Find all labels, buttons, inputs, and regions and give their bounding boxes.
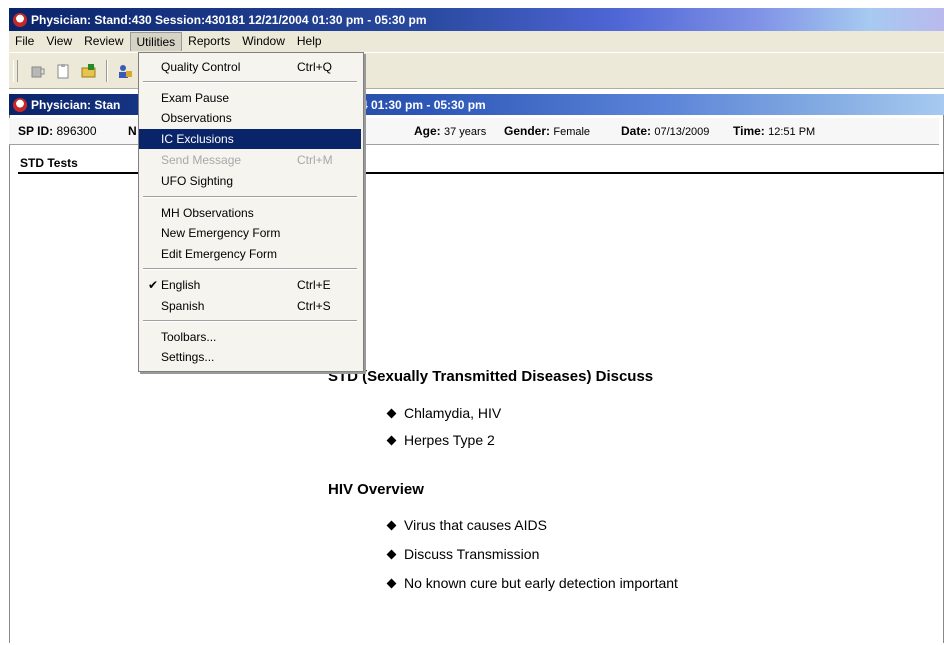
menu-separator [143, 320, 357, 322]
toolbar-grip[interactable] [13, 59, 18, 82]
menu-window[interactable]: Window [236, 32, 291, 51]
menu-help[interactable]: Help [291, 32, 328, 51]
bullet-icon [386, 549, 397, 560]
menu-separator [143, 81, 357, 83]
std-item: Herpes Type 2 [386, 432, 495, 448]
app-icon [13, 97, 27, 112]
hiv-item: Virus that causes AIDS [386, 517, 547, 533]
utilities-menu: Quality Control Ctrl+Q Exam Pause Observa… [138, 52, 364, 372]
menu-item-edit-emergency-form[interactable]: Edit Emergency Form [139, 244, 361, 264]
menu-item-quality-control[interactable]: Quality Control Ctrl+Q [139, 57, 361, 77]
gender-field: Gender: Female [504, 124, 591, 138]
menu-item-new-emergency-form[interactable]: New Emergency Form [139, 223, 361, 243]
toolbar-clipboard-icon[interactable] [54, 62, 72, 80]
menu-item-observations[interactable]: Observations [139, 108, 361, 128]
menu-item-spanish[interactable]: Spanish Ctrl+S [139, 296, 361, 316]
std-heading: STD (Sexually Transmitted Diseases) Disc… [328, 368, 654, 385]
menu-view[interactable]: View [40, 32, 78, 51]
window-title-bar[interactable]: Physician: Stand:430 Session:430181 12/2… [9, 8, 944, 31]
toolbar-folder-icon[interactable] [80, 62, 98, 80]
menu-item-ufo-sighting[interactable]: UFO Sighting [139, 171, 361, 191]
toolbar-cup-icon[interactable] [28, 62, 46, 80]
menu-bar: File View Review Utilities Reports Windo… [9, 31, 944, 52]
checkmark-icon: ✔ [148, 278, 159, 292]
menu-item-send-message: Send Message Ctrl+M [161, 153, 333, 167]
menu-item-toolbars[interactable]: Toolbars... [139, 327, 361, 347]
hiv-item: No known cure but early detection import… [386, 575, 678, 591]
name-label: N [128, 124, 137, 138]
menu-item-settings[interactable]: Settings... [139, 347, 361, 367]
menu-item-ic-exclusions[interactable]: IC Exclusions [139, 129, 361, 149]
menu-review[interactable]: Review [78, 32, 129, 51]
menu-utilities[interactable]: Utilities [129, 32, 183, 51]
menu-item-mh-observations[interactable]: MH Observations [139, 203, 361, 223]
toolbar-separator [106, 59, 108, 82]
std-item: Chlamydia, HIV [386, 405, 501, 421]
hiv-heading: HIV Overview [328, 481, 424, 498]
hiv-item: Discuss Transmission [386, 546, 539, 562]
bullet-icon [386, 578, 397, 589]
menu-item-exam-pause[interactable]: Exam Pause [139, 88, 361, 108]
sp-id-field: SP ID: 896300 [18, 124, 97, 138]
menu-file[interactable]: File [9, 32, 40, 51]
bullet-icon [386, 435, 397, 446]
menu-separator [143, 268, 357, 270]
menu-reports[interactable]: Reports [182, 32, 236, 51]
time-field: Time: 12:51 PM [733, 124, 816, 138]
bullet-icon [386, 408, 397, 419]
toolbar-people-icon[interactable] [116, 62, 134, 80]
inner-window-title-continued: 4 01:30 pm - 05:30 pm [361, 97, 486, 112]
age-field: Age: 37 years [414, 124, 487, 138]
window-title: Physician: Stand:430 Session:430181 12/2… [31, 12, 427, 27]
inner-window-title: Physician: Stan [31, 97, 121, 112]
menu-item-english[interactable]: ✔ English Ctrl+E [139, 275, 361, 295]
app-icon [13, 12, 27, 27]
date-field: Date: 07/13/2009 [621, 124, 710, 138]
menu-separator [143, 196, 357, 198]
section-title: STD Tests [20, 156, 78, 170]
bullet-icon [386, 520, 397, 531]
